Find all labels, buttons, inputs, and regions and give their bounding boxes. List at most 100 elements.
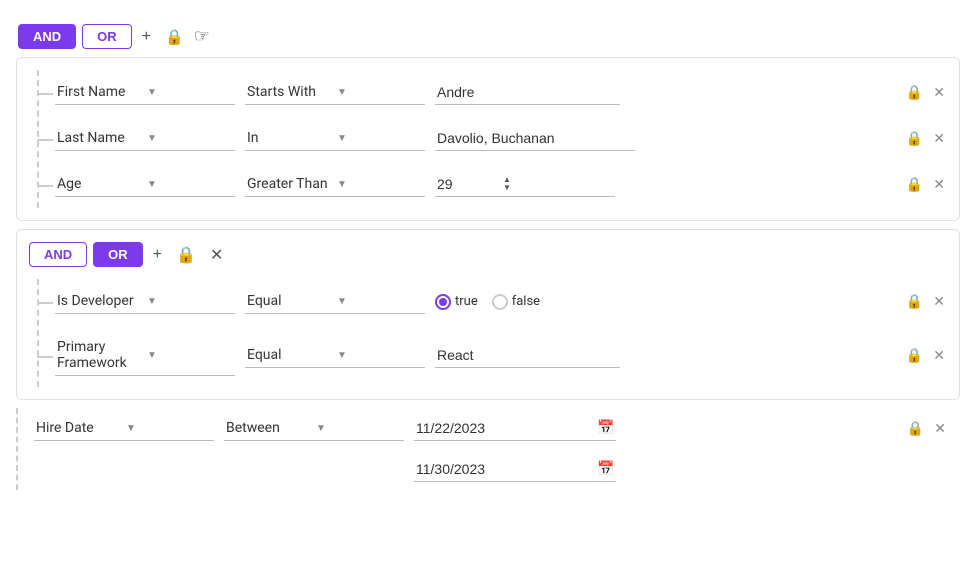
field-label-age: Age — [57, 176, 143, 192]
lock-icon-top: 🔒 — [165, 28, 184, 46]
lock-icon[interactable]: 🔒 — [904, 83, 925, 103]
value-input-framework[interactable] — [435, 343, 620, 368]
field-select-lastname[interactable]: Last Name ▼ — [55, 126, 235, 151]
row-actions-firstname: 🔒 ✕ — [904, 83, 947, 103]
table-row: First Name ▼ Starts With ▼ 🔒 ✕ — [55, 70, 947, 116]
operator-label-hiredate: Between — [226, 420, 312, 436]
rows-container: First Name ▼ Starts With ▼ 🔒 ✕ Last Name… — [37, 70, 947, 208]
value-input-firstname[interactable] — [435, 80, 620, 105]
chevron-down-icon: ▼ — [337, 133, 423, 144]
nested-logic-bar: AND OR + 🔒 ✕ — [25, 242, 947, 267]
field-label-isdeveloper: Is Developer — [57, 293, 143, 309]
row-actions-hiredate: 🔒 ✕ — [905, 419, 948, 439]
close-icon[interactable]: ✕ — [931, 292, 947, 312]
chevron-down-icon: ▼ — [147, 296, 233, 307]
chevron-down-icon: ▼ — [316, 423, 402, 434]
close-icon[interactable]: ✕ — [931, 83, 947, 103]
chevron-down-icon: ▼ — [337, 350, 423, 361]
field-label-lastname: Last Name — [57, 130, 143, 146]
chevron-down-icon: ▼ — [337, 296, 423, 307]
lock-icon[interactable]: 🔒 — [904, 346, 925, 366]
close-button-nested[interactable]: ✕ — [206, 243, 227, 267]
value-input-lastname[interactable] — [435, 126, 635, 151]
field-select-hiredate[interactable]: Hire Date ▼ — [34, 416, 214, 441]
hire-date-row1: Hire Date ▼ Between ▼ 📅 🔒 ✕ — [34, 408, 948, 449]
nested-rows-container: Is Developer ▼ Equal ▼ true false — [37, 279, 947, 387]
outer-group: First Name ▼ Starts With ▼ 🔒 ✕ Last Name… — [16, 57, 960, 221]
chevron-down-icon: ▼ — [147, 87, 233, 98]
radio-label-true: true — [455, 294, 478, 309]
date-input-2[interactable] — [416, 461, 597, 477]
hire-date-group: Hire Date ▼ Between ▼ 📅 🔒 ✕ — [16, 408, 960, 490]
operator-select-hiredate[interactable]: Between ▼ — [224, 416, 404, 441]
operator-select-isdeveloper[interactable]: Equal ▼ — [245, 289, 425, 314]
row-actions-lastname: 🔒 ✕ — [904, 129, 947, 149]
row-actions-framework: 🔒 ✕ — [904, 346, 947, 366]
table-row: Age ▼ Greater Than ▼ ▲ ▼ 🔒 ✕ — [55, 162, 947, 208]
lock-icon[interactable]: 🔒 — [904, 175, 925, 195]
radio-true[interactable]: true — [435, 294, 478, 310]
date-input-1[interactable] — [416, 420, 597, 436]
chevron-down-icon: ▼ — [337, 179, 423, 190]
field-label-firstname: First Name — [57, 84, 143, 100]
lock-icon[interactable]: 🔒 — [904, 292, 925, 312]
add-row-button-nested[interactable]: + — [149, 244, 166, 266]
chevron-down-icon: ▼ — [337, 87, 423, 98]
add-row-button-top[interactable]: + — [138, 26, 155, 48]
operator-select-firstname[interactable]: Starts With ▼ — [245, 80, 425, 105]
top-logic-bar: AND OR + 🔒 ☞ — [16, 24, 960, 49]
operator-select-age[interactable]: Greater Than ▼ — [245, 172, 425, 197]
table-row: Last Name ▼ In ▼ 🔒 ✕ — [55, 116, 947, 162]
field-select-framework[interactable]: Primary Framework ▼ — [55, 335, 235, 376]
cursor-pointer: ☞ — [194, 26, 210, 47]
chevron-down-icon: ▼ — [147, 350, 233, 361]
chevron-down-icon: ▼ — [147, 179, 233, 190]
field-select-age[interactable]: Age ▼ — [55, 172, 235, 197]
radio-circle-false — [492, 294, 508, 310]
spin-buttons-age: ▲ ▼ — [501, 176, 513, 192]
row-actions-isdeveloper: 🔒 ✕ — [904, 292, 947, 312]
operator-label-isdeveloper: Equal — [247, 293, 333, 309]
hire-date-section: Hire Date ▼ Between ▼ 📅 🔒 ✕ — [34, 408, 948, 490]
field-select-firstname[interactable]: First Name ▼ — [55, 80, 235, 105]
operator-label-framework: Equal — [247, 347, 333, 363]
close-icon[interactable]: ✕ — [931, 129, 947, 149]
table-row: Primary Framework ▼ Equal ▼ 🔒 ✕ — [55, 325, 947, 387]
radio-circle-true — [435, 294, 451, 310]
lock-icon[interactable]: 🔒 — [904, 129, 925, 149]
calendar-icon-2[interactable]: 📅 — [597, 461, 614, 477]
operator-select-lastname[interactable]: In ▼ — [245, 126, 425, 151]
nested-group: AND OR + 🔒 ✕ Is Developer ▼ Equal ▼ — [16, 229, 960, 400]
operator-select-framework[interactable]: Equal ▼ — [245, 343, 425, 368]
boolean-radio-group: true false — [435, 294, 615, 310]
or-button-top[interactable]: OR — [82, 24, 132, 49]
table-row: Is Developer ▼ Equal ▼ true false — [55, 279, 947, 325]
close-icon[interactable]: ✕ — [932, 419, 948, 439]
radio-label-false: false — [512, 294, 540, 309]
chevron-down-icon: ▼ — [126, 423, 212, 434]
chevron-down-icon: ▼ — [147, 133, 233, 144]
field-label-framework: Primary Framework — [57, 339, 143, 371]
and-button-nested[interactable]: AND — [29, 242, 87, 267]
operator-label-age: Greater Than — [247, 176, 333, 192]
or-button-nested[interactable]: OR — [93, 242, 143, 267]
calendar-icon-1[interactable]: 📅 — [597, 420, 614, 436]
radio-false[interactable]: false — [492, 294, 540, 310]
and-button-top[interactable]: AND — [18, 24, 76, 49]
close-icon[interactable]: ✕ — [931, 175, 947, 195]
query-builder: AND OR + 🔒 ☞ First Name ▼ Starts With ▼ — [16, 16, 960, 506]
date-input-wrap-2: 📅 — [414, 457, 616, 482]
date-input-wrap-1: 📅 — [414, 416, 616, 441]
lock-icon[interactable]: 🔒 — [905, 419, 926, 439]
lock-button-top[interactable]: 🔒 — [161, 26, 188, 48]
field-label-hiredate: Hire Date — [36, 420, 122, 436]
operator-label-firstname: Starts With — [247, 84, 333, 100]
spin-down-button[interactable]: ▼ — [501, 184, 513, 192]
value-input-age[interactable] — [437, 176, 497, 192]
field-select-isdeveloper[interactable]: Is Developer ▼ — [55, 289, 235, 314]
hire-date-row2: 📅 — [34, 449, 948, 490]
row-actions-age: 🔒 ✕ — [904, 175, 947, 195]
close-icon[interactable]: ✕ — [931, 346, 947, 366]
lock-icon-nested: 🔒 — [176, 245, 196, 265]
lock-button-nested[interactable]: 🔒 — [172, 243, 200, 267]
